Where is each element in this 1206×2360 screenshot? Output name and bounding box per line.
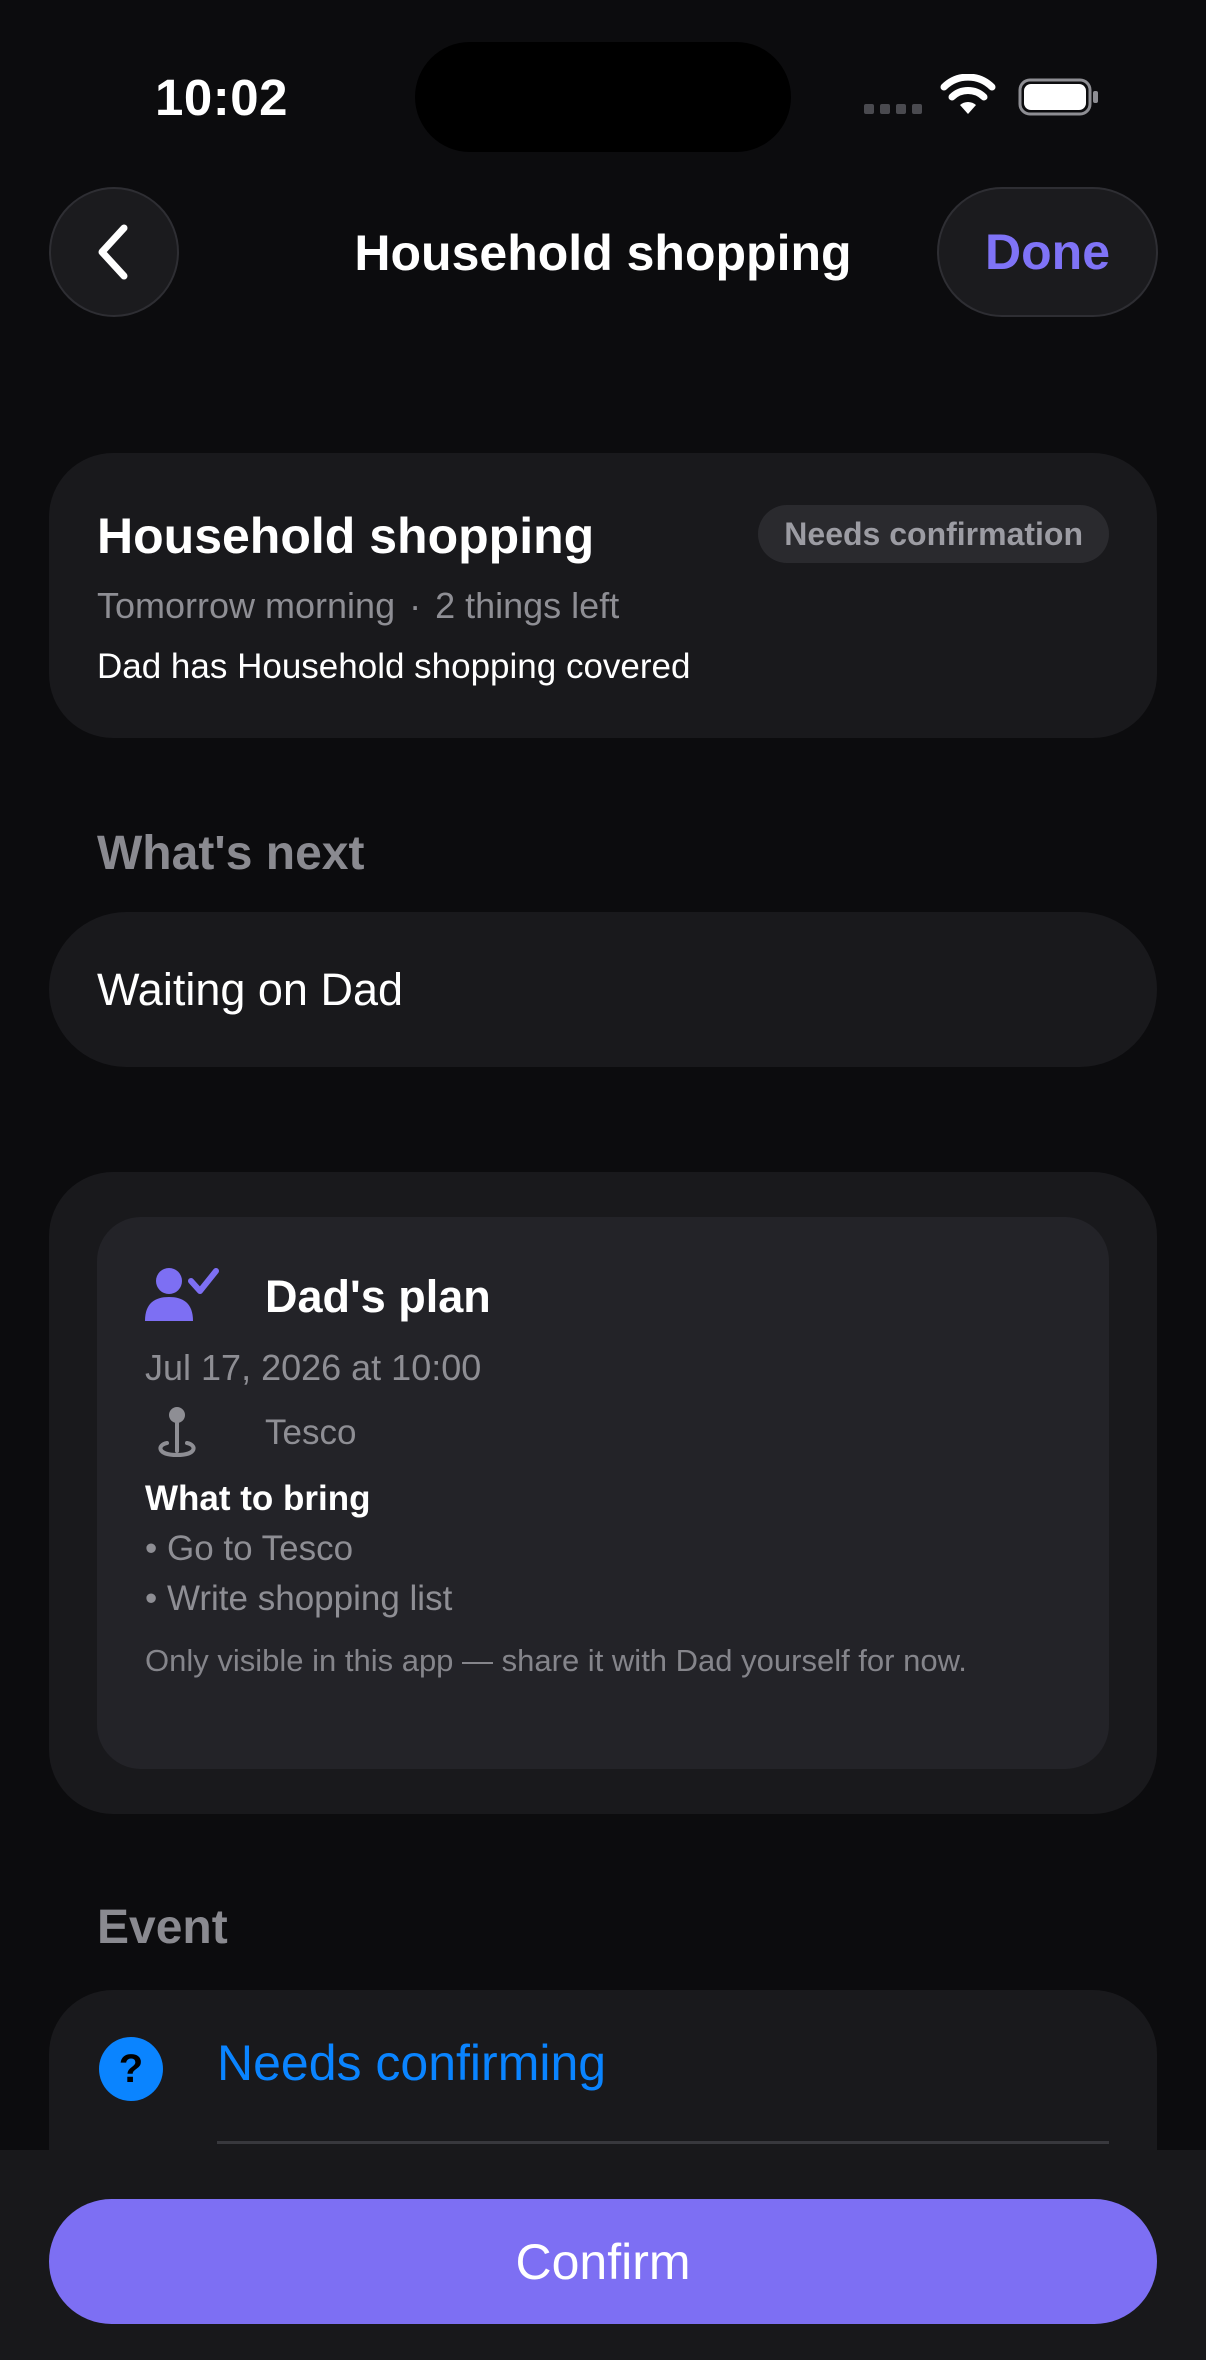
- summary-when: Tomorrow morning: [97, 585, 396, 626]
- meta-separator: ·: [409, 585, 422, 626]
- summary-remaining: 2 things left: [435, 585, 620, 626]
- bring-title: What to bring: [145, 1479, 371, 1518]
- cellular-signal-icon: [864, 104, 922, 114]
- person-check-icon: [145, 1268, 219, 1321]
- wifi-icon: [940, 74, 996, 114]
- event-status-link[interactable]: Needs confirming: [217, 2034, 606, 2092]
- bring-item: • Go to Tesco: [145, 1529, 354, 1568]
- map-pin-icon: [158, 1407, 196, 1458]
- done-button[interactable]: Done: [937, 187, 1158, 317]
- plan-card: Dad's plan Jul 17, 2026 at 10:00 Tesco W…: [49, 1172, 1157, 1814]
- summary-note: Dad has Household shopping covered: [97, 647, 691, 686]
- plan-title: Dad's plan: [265, 1271, 491, 1322]
- bring-item: • Write shopping list: [145, 1579, 453, 1618]
- plan-inner-card: Dad's plan Jul 17, 2026 at 10:00 Tesco W…: [97, 1217, 1109, 1769]
- whats-next-text: Waiting on Dad: [97, 964, 403, 1015]
- summary-card: Household shopping Needs confirmation To…: [49, 453, 1157, 738]
- question-icon: ?: [99, 2037, 163, 2101]
- confirm-button[interactable]: Confirm: [49, 2199, 1157, 2324]
- plan-date: Jul 17, 2026 at 10:00: [145, 1347, 482, 1388]
- whats-next-label: What's next: [97, 827, 365, 880]
- plan-footnote: Only visible in this app — share it with…: [145, 1643, 967, 1678]
- status-badge: Needs confirmation: [758, 505, 1109, 563]
- divider: [217, 2141, 1109, 2144]
- summary-meta: Tomorrow morning · 2 things left: [97, 585, 619, 627]
- dynamic-island: [415, 42, 791, 152]
- whats-next-card: Waiting on Dad: [49, 912, 1157, 1067]
- summary-title: Household shopping: [97, 508, 595, 564]
- plan-location: Tesco: [265, 1413, 357, 1452]
- screen: 10:02 Household shopping Done Household …: [0, 0, 1206, 2360]
- battery-icon: [1018, 78, 1098, 116]
- event-label: Event: [97, 1901, 228, 1954]
- status-time: 10:02: [155, 69, 288, 126]
